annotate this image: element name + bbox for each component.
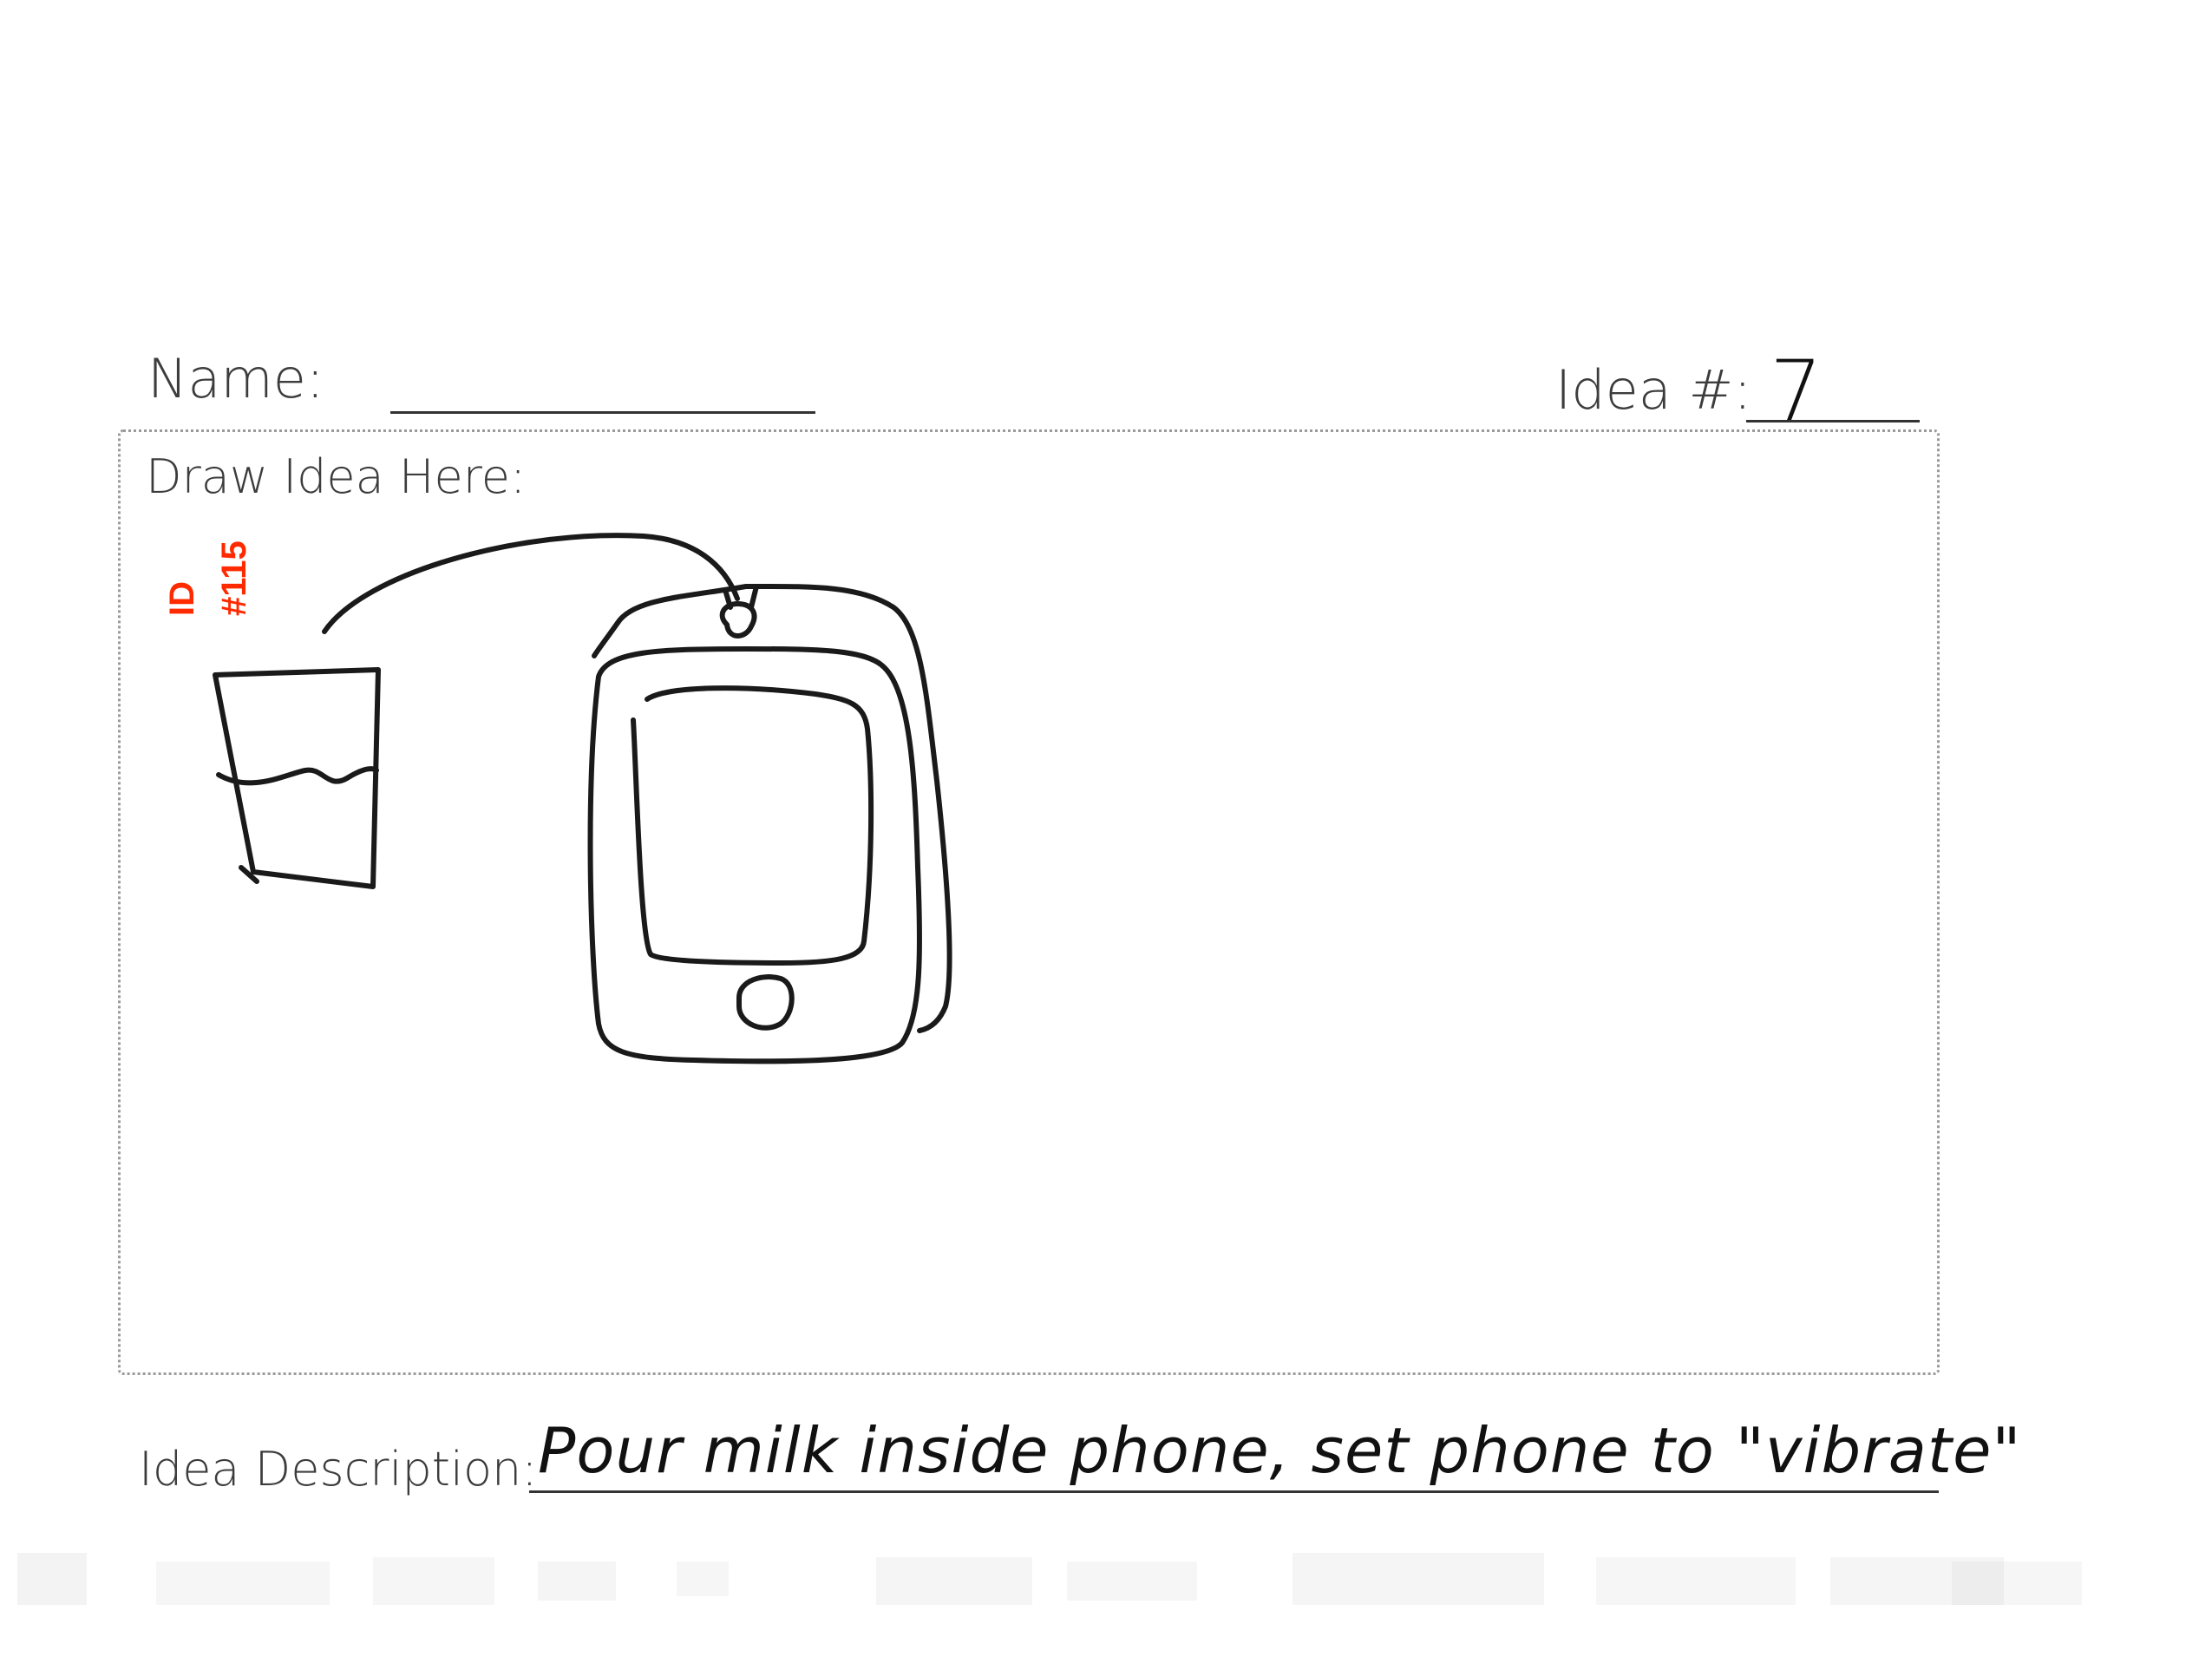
idea-description-value: Pour milk inside phone, set phone to "vi… bbox=[538, 1414, 2022, 1487]
stamp-line2: #115 bbox=[215, 540, 253, 616]
idea-number-underline bbox=[1746, 420, 1920, 422]
name-label: Name: bbox=[147, 347, 324, 410]
idea-description-underline bbox=[529, 1490, 1939, 1493]
idea-description-label: Idea Description: bbox=[139, 1442, 538, 1497]
id-stamp: ID #115 bbox=[163, 540, 253, 616]
stamp-line1: ID bbox=[163, 581, 201, 616]
idea-number-value: 7 bbox=[1770, 343, 1823, 440]
name-field-underline bbox=[390, 411, 815, 414]
scan-noise bbox=[17, 1553, 2082, 1605]
drawing-area bbox=[118, 429, 1940, 1375]
idea-number-label: Idea #: bbox=[1555, 358, 1752, 422]
draw-idea-label: Draw Idea Here: bbox=[146, 449, 527, 504]
